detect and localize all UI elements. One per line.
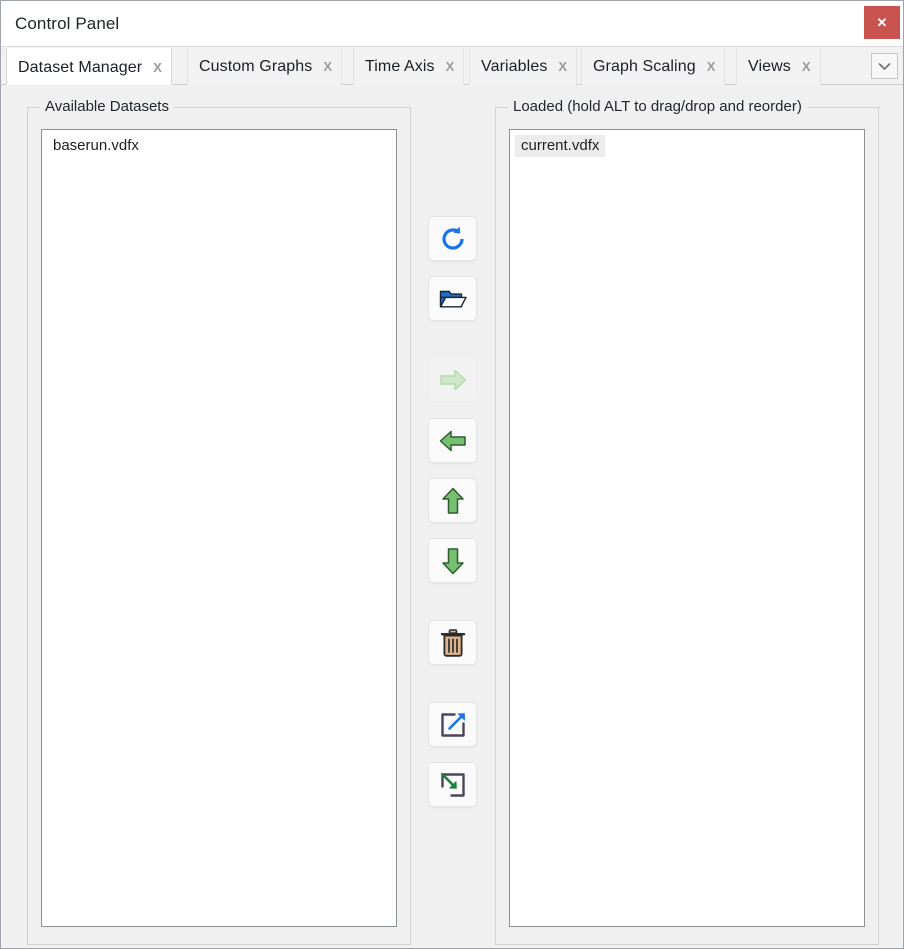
dataset-action-toolbar xyxy=(428,85,480,948)
move-up-button[interactable] xyxy=(428,478,477,523)
tab-label: Dataset Manager xyxy=(18,58,143,76)
tab-label: Views xyxy=(748,57,791,75)
loaded-datasets-title: Loaded (hold ALT to drag/drop and reorde… xyxy=(508,98,807,115)
tab-label: Custom Graphs xyxy=(199,57,313,75)
folder-open-icon xyxy=(439,290,467,307)
arrow-left-icon xyxy=(439,430,466,451)
dataset-manager-panel: Available Datasets baserun.vdfx Loaded (… xyxy=(1,85,903,948)
close-button[interactable]: ✕ xyxy=(864,6,900,39)
tab-close-icon[interactable]: X xyxy=(802,60,811,73)
export-button[interactable] xyxy=(428,702,477,747)
loaded-datasets-list[interactable]: current.vdfx xyxy=(509,129,865,927)
list-item-label[interactable]: baserun.vdfx xyxy=(47,135,145,157)
available-datasets-title: Available Datasets xyxy=(40,98,174,115)
tab-dataset-manager[interactable]: Dataset Manager X xyxy=(6,48,172,86)
tab-close-icon[interactable]: X xyxy=(323,60,332,73)
tab-views[interactable]: Views X xyxy=(736,48,821,85)
list-item-label[interactable]: current.vdfx xyxy=(515,135,606,157)
arrow-up-icon xyxy=(441,487,464,514)
move-left-button[interactable] xyxy=(428,418,477,463)
tab-variables[interactable]: Variables X xyxy=(469,48,578,85)
tab-overflow-button[interactable] xyxy=(871,53,898,79)
trash-icon xyxy=(440,628,465,657)
title-bar: Control Panel ✕ xyxy=(1,1,903,47)
tab-custom-graphs[interactable]: Custom Graphs X xyxy=(187,48,343,85)
available-datasets-list[interactable]: baserun.vdfx xyxy=(41,129,397,927)
tab-close-icon[interactable]: X xyxy=(707,60,716,73)
tab-label: Variables xyxy=(481,57,548,75)
list-item: current.vdfx xyxy=(510,130,864,157)
available-datasets-group: Available Datasets baserun.vdfx xyxy=(27,98,411,945)
tab-time-axis[interactable]: Time Axis X xyxy=(353,48,465,85)
tab-label: Graph Scaling xyxy=(593,57,696,75)
tab-close-icon[interactable]: X xyxy=(446,60,455,73)
loaded-datasets-group: Loaded (hold ALT to drag/drop and reorde… xyxy=(495,98,879,945)
refresh-icon xyxy=(441,226,464,250)
delete-button[interactable] xyxy=(428,620,477,665)
import-button[interactable] xyxy=(428,762,477,807)
export-icon xyxy=(440,712,465,737)
move-down-button[interactable] xyxy=(428,538,477,583)
arrow-right-icon xyxy=(439,369,466,390)
tab-close-icon[interactable]: X xyxy=(558,60,567,73)
window-title: Control Panel xyxy=(15,14,120,33)
arrow-down-icon xyxy=(441,547,464,574)
control-panel-window: Control Panel ✕ Dataset Manager X Custom… xyxy=(0,0,904,949)
tab-label: Time Axis xyxy=(365,57,435,75)
refresh-button[interactable] xyxy=(428,216,477,261)
tab-close-icon[interactable]: X xyxy=(153,61,162,74)
chevron-down-icon xyxy=(878,62,891,70)
open-folder-button[interactable] xyxy=(428,276,477,321)
import-icon xyxy=(440,772,465,797)
move-right-button[interactable] xyxy=(428,357,477,402)
list-item: baserun.vdfx xyxy=(42,130,396,157)
close-icon: ✕ xyxy=(876,15,888,30)
tab-bar: Dataset Manager X Custom Graphs X Time A… xyxy=(1,47,903,86)
tab-graph-scaling[interactable]: Graph Scaling X xyxy=(581,48,726,85)
